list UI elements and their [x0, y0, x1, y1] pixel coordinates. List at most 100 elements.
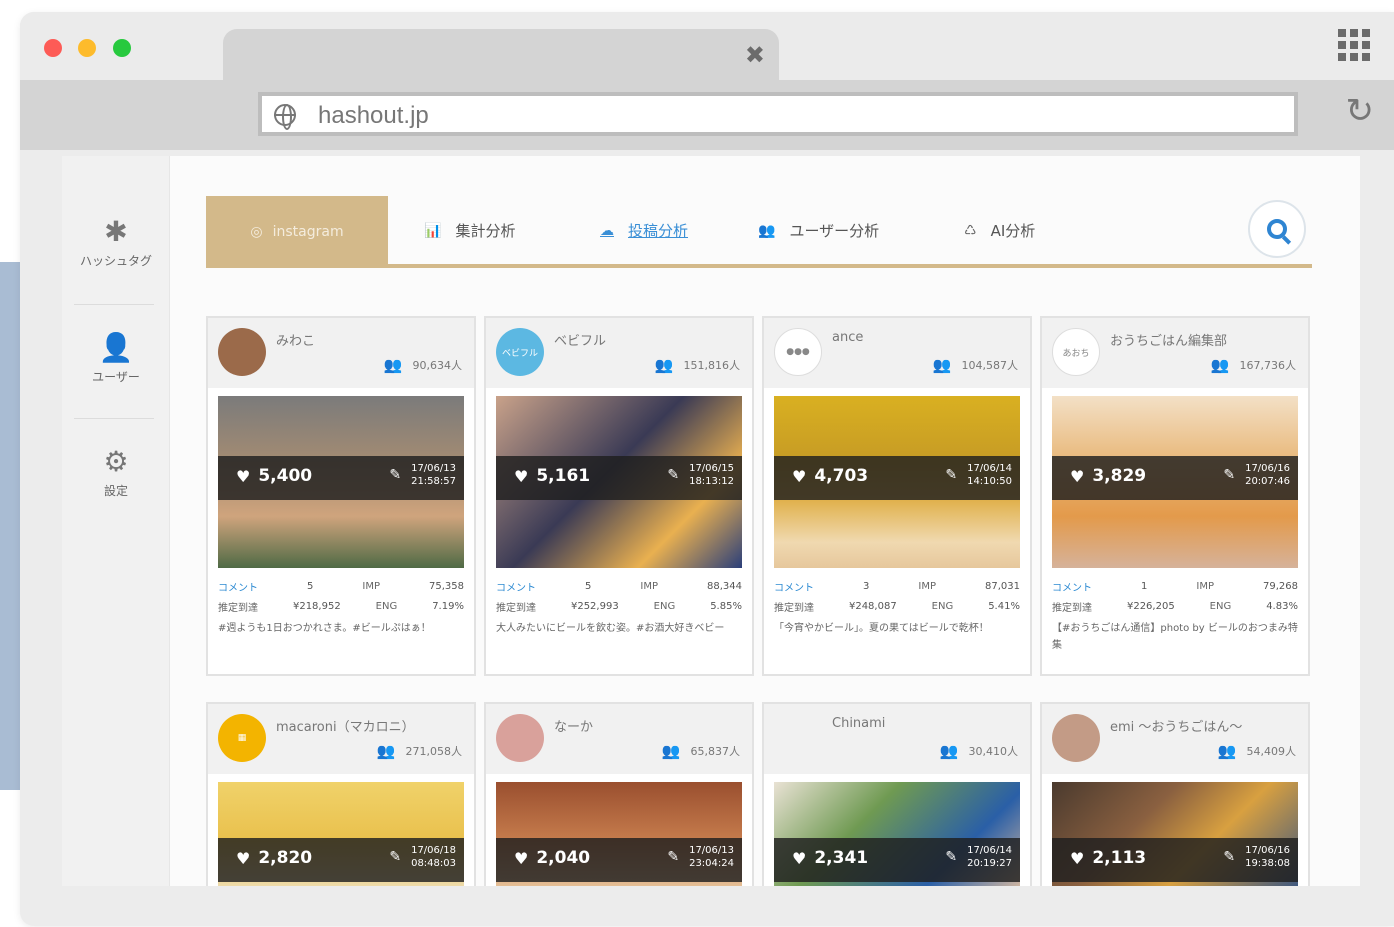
sidebar-item-hashtag[interactable]: ✱ ハッシュタグ — [62, 216, 170, 269]
imp-value: 75,358 — [428, 580, 464, 592]
decorative-side-strip — [0, 262, 22, 790]
apps-grid-icon[interactable] — [1338, 29, 1370, 61]
post-date: 17/06/15 — [689, 463, 734, 474]
account-name[interactable]: なーか — [554, 716, 593, 735]
comment-value: 1 — [1141, 580, 1148, 592]
photo-overlay: ♥ 2,040 ✎ 17/06/13 23:04:24 — [496, 838, 742, 882]
post-time: 18:13:12 — [689, 476, 734, 487]
imp-label: IMP — [362, 580, 380, 592]
account-name[interactable]: ance — [832, 330, 863, 345]
avatar[interactable]: ●●● — [774, 328, 822, 376]
imp-label: IMP — [1196, 580, 1214, 592]
globe-icon — [274, 104, 296, 130]
like-value: 2,040 — [536, 848, 591, 868]
account-name[interactable]: ベビフル — [554, 330, 606, 349]
photo-overlay: ♥ 2,113 ✎ 17/06/16 19:38:08 — [1052, 838, 1298, 882]
reach-label: 推定到達 — [774, 602, 814, 614]
pen-icon: ✎ — [1223, 849, 1236, 865]
post-caption: 大人みたいにビールを飲む姿。#お酒大好きベビー — [496, 623, 725, 634]
reach-label: 推定到達 — [1052, 602, 1092, 614]
close-window-button[interactable] — [44, 39, 62, 57]
avatar[interactable]: ▦ — [218, 714, 266, 762]
post-photo[interactable]: ♥ 5,161 ✎ 17/06/15 18:13:12 — [496, 396, 742, 568]
follower-value: 151,816人 — [683, 359, 741, 372]
tab-aggregate-analysis[interactable]: 📊 集計分析 — [424, 220, 515, 241]
post-photo[interactable]: ♥ 2,113 ✎ 17/06/16 19:38:08 — [1052, 782, 1298, 886]
post-date: 17/06/18 — [411, 845, 456, 856]
tab-post-analysis[interactable]: ☁ 投稿分析 — [600, 220, 688, 241]
account-name[interactable]: emi 〜おうちごはん〜 — [1110, 716, 1242, 735]
post-card[interactable]: ▦ macaroni（マカロニ） 👥 271,058人 ♥ 2,820 ✎ 17/0… — [206, 702, 476, 886]
comment-value: 5 — [585, 580, 592, 592]
post-photo[interactable]: ♥ 5,400 ✎ 17/06/13 21:58:57 — [218, 396, 464, 568]
post-stats: コメント 5 IMP 88,344 推定到達 ¥252,993 ENG 5.85% — [486, 568, 752, 616]
account-name[interactable]: macaroni（マカロニ） — [276, 716, 415, 735]
browser-tab[interactable]: ✖ — [223, 29, 779, 83]
followers-icon: 👥 — [1217, 742, 1237, 760]
like-count: ♥ 3,829 — [1070, 466, 1146, 486]
account-name[interactable]: Chinami — [832, 716, 885, 731]
comment-label[interactable]: コメント — [496, 579, 536, 594]
card-header: ベビフル ベビフル 👥 151,816人 — [486, 318, 752, 388]
pen-icon: ✎ — [389, 467, 402, 483]
pen-icon: ✎ — [667, 849, 680, 865]
url-bar[interactable]: hashout.jp — [258, 92, 1298, 136]
post-time: 08:48:03 — [411, 858, 456, 869]
post-card[interactable]: ベビフル ベビフル 👥 151,816人 ♥ 5,161 ✎ 17/06/15 18:… — [484, 316, 754, 676]
tab-ai-analysis[interactable]: ♺ AI分析 — [964, 220, 1035, 241]
post-photo[interactable]: ♥ 2,341 ✎ 17/06/14 20:19:27 — [774, 782, 1020, 886]
avatar[interactable] — [1052, 714, 1100, 762]
post-stats: コメント 5 IMP 75,358 推定到達 ¥218,952 ENG 7.19% — [208, 568, 474, 616]
follower-count: 👥 54,409人 — [1218, 742, 1296, 760]
follower-count: 👥 167,736人 — [1211, 356, 1296, 374]
post-card[interactable]: ●●● ance 👥 104,587人 ♥ 4,703 ✎ 17/06/14 14:1… — [762, 316, 1032, 676]
post-date: 17/06/13 — [689, 845, 734, 856]
avatar[interactable] — [496, 714, 544, 762]
comment-label[interactable]: コメント — [1052, 579, 1092, 594]
reach-label: 推定到達 — [218, 602, 258, 614]
post-card[interactable]: emi 〜おうちごはん〜 👥 54,409人 ♥ 2,113 ✎ 17/06/16 1… — [1040, 702, 1310, 886]
ai-icon: ♺ — [964, 222, 977, 239]
avatar[interactable] — [774, 714, 822, 762]
reload-icon[interactable]: ↻ — [1346, 94, 1375, 128]
post-card[interactable]: みわこ 👥 90,634人 ♥ 5,400 ✎ 17/06/13 21:58:57 — [206, 316, 476, 676]
avatar[interactable] — [218, 328, 266, 376]
photo-overlay: ♥ 5,161 ✎ 17/06/15 18:13:12 — [496, 456, 742, 500]
users-icon: 👥 — [758, 222, 776, 239]
search-button[interactable] — [1248, 200, 1306, 258]
post-photo[interactable]: ♥ 4,703 ✎ 17/06/14 14:10:50 — [774, 396, 1020, 568]
comment-label[interactable]: コメント — [218, 579, 258, 594]
maximize-window-button[interactable] — [113, 39, 131, 57]
tab-user-analysis[interactable]: 👥 ユーザー分析 — [758, 220, 879, 241]
post-photo[interactable]: ♥ 3,829 ✎ 17/06/16 20:07:46 — [1052, 396, 1298, 568]
tab-instagram[interactable]: ◎ instagram — [206, 196, 388, 268]
post-card[interactable]: Chinami 👥 30,410人 ♥ 2,341 ✎ 17/06/14 20:19:… — [762, 702, 1032, 886]
account-name[interactable]: おうちごはん編集部 — [1110, 330, 1227, 349]
post-timestamp: ✎ 17/06/14 20:19:27 — [945, 844, 1012, 870]
post-photo[interactable]: ♥ 2,820 ✎ 17/06/18 08:48:03 — [218, 782, 464, 886]
close-tab-icon[interactable]: ✖ — [745, 43, 765, 67]
post-stats: コメント 1 IMP 79,268 推定到達 ¥226,205 ENG 4.83% — [1042, 568, 1308, 616]
like-count: ♥ 2,341 — [792, 848, 868, 868]
post-time: 20:07:46 — [1245, 476, 1290, 487]
post-time: 20:19:27 — [967, 858, 1012, 869]
app-sidebar: ✱ ハッシュタグ 👤 ユーザー ⚙ 設定 — [62, 156, 170, 886]
avatar[interactable]: ベビフル — [496, 328, 544, 376]
post-card[interactable]: あおち おうちごはん編集部 👥 167,736人 ♥ 3,829 ✎ 17/06/1… — [1040, 316, 1310, 676]
sidebar-item-user[interactable]: 👤 ユーザー — [62, 332, 170, 385]
account-name[interactable]: みわこ — [276, 330, 315, 349]
comment-label[interactable]: コメント — [774, 579, 814, 594]
avatar[interactable]: あおち — [1052, 328, 1100, 376]
eng-value: 7.19% — [432, 600, 464, 612]
follower-count: 👥 90,634人 — [384, 356, 462, 374]
browser-toolbar: hashout.jp ↻ — [20, 80, 1394, 150]
pen-icon: ✎ — [389, 849, 402, 865]
post-photo[interactable]: ♥ 2,040 ✎ 17/06/13 23:04:24 — [496, 782, 742, 886]
sidebar-item-settings[interactable]: ⚙ 設定 — [62, 446, 170, 499]
post-date: 17/06/16 — [1245, 845, 1290, 856]
analysis-navbar: ◎ instagram 📊 集計分析 ☁ 投稿分析 👥 ユーザー分析 ♺ AI分… — [206, 196, 1312, 268]
pen-icon: ✎ — [945, 467, 958, 483]
imp-label: IMP — [640, 580, 658, 592]
minimize-window-button[interactable] — [78, 39, 96, 57]
post-card[interactable]: なーか 👥 65,837人 ♥ 2,040 ✎ 17/06/13 23:04:24 — [484, 702, 754, 886]
